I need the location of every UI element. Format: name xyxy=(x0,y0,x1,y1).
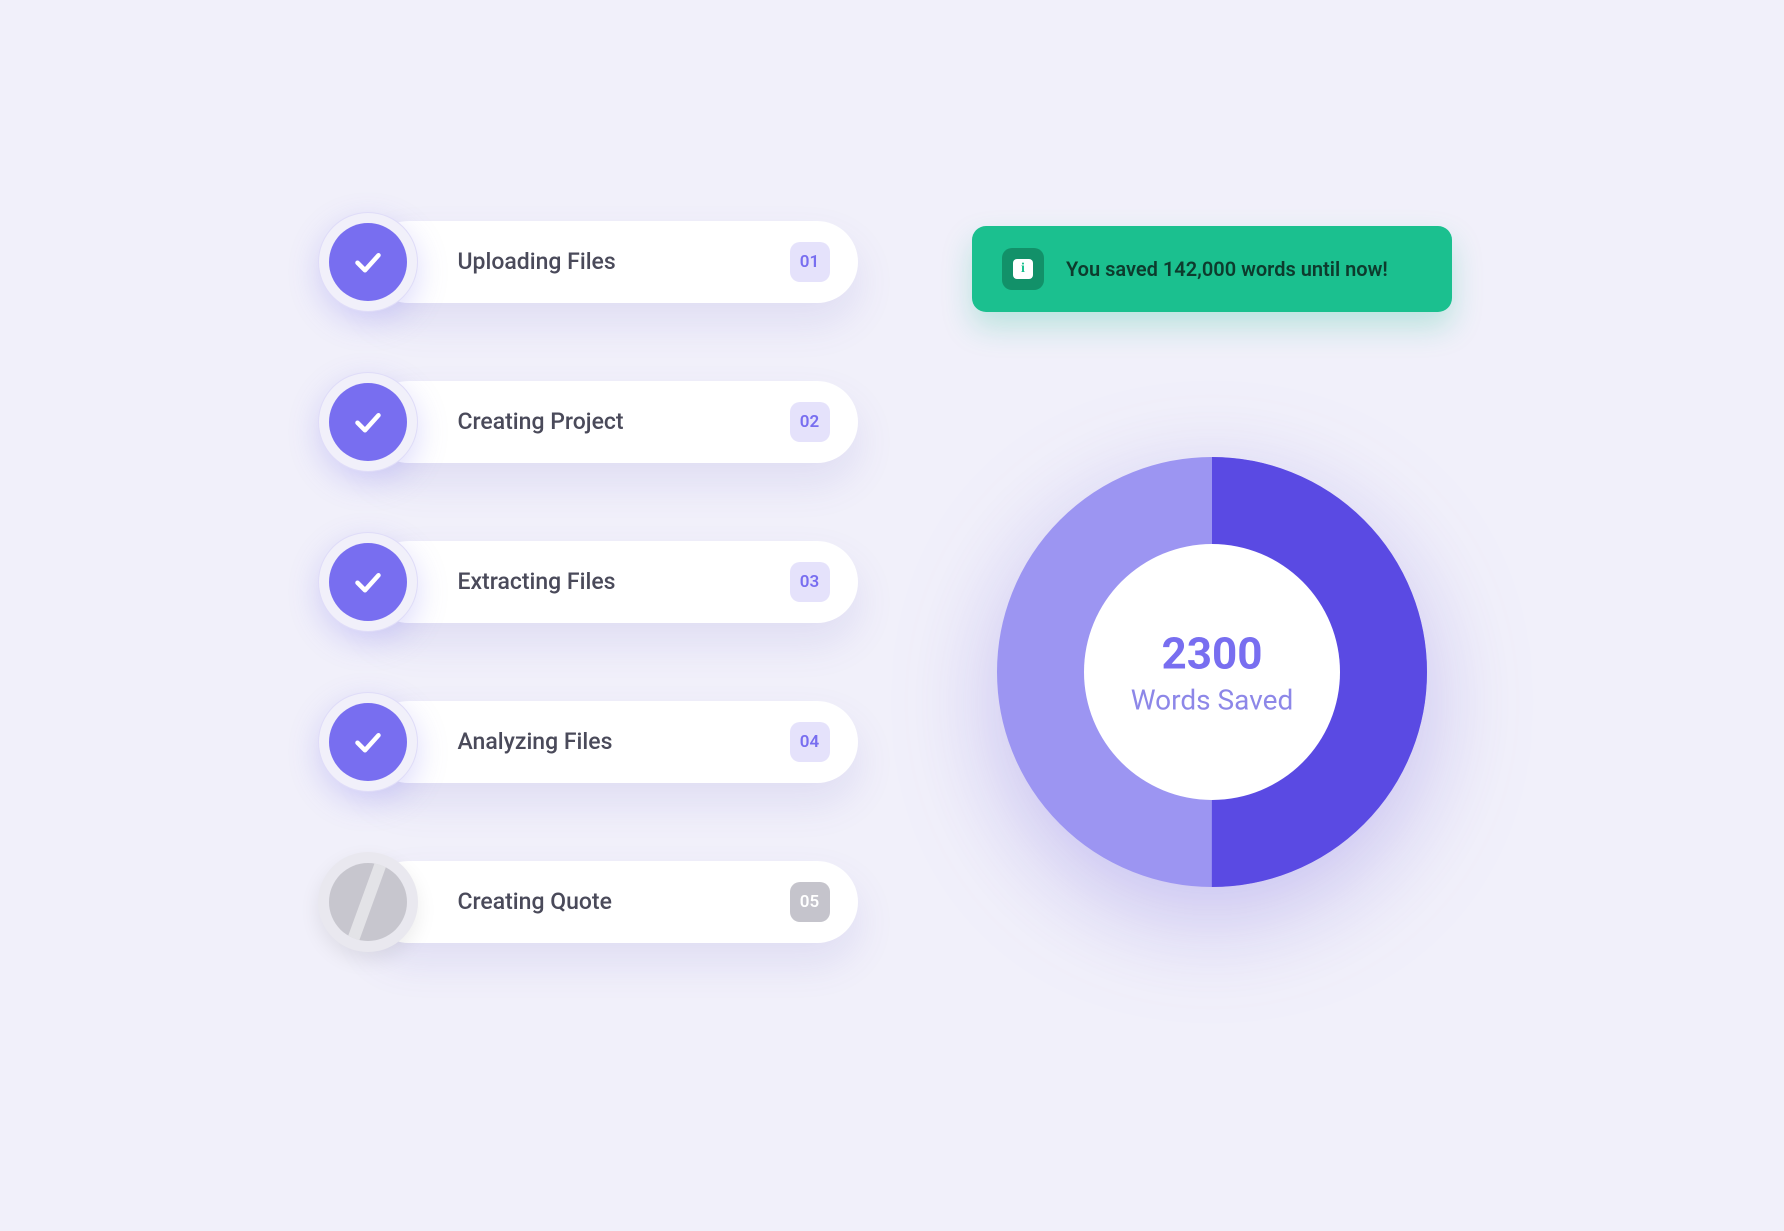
dashboard-panel: Uploading Files 01 Creating Project 02 xyxy=(248,162,1537,1070)
step-number-badge: 02 xyxy=(790,402,830,442)
step-number-badge: 03 xyxy=(790,562,830,602)
summary-column: i You saved 142,000 words until now! 230… xyxy=(958,212,1467,1020)
step-status-circle xyxy=(318,372,418,472)
step-status-circle xyxy=(318,852,418,952)
check-icon xyxy=(329,223,407,301)
step-pill: Creating Project 02 xyxy=(368,381,858,463)
spinner-icon xyxy=(329,863,407,941)
check-icon xyxy=(329,703,407,781)
step-status-circle xyxy=(318,532,418,632)
donut-label: Words Saved xyxy=(1131,683,1293,716)
step-item: Creating Quote 05 xyxy=(318,852,858,952)
step-item: Uploading Files 01 xyxy=(318,212,858,312)
step-pill: Creating Quote 05 xyxy=(368,861,858,943)
step-pill: Extracting Files 03 xyxy=(368,541,858,623)
alert-text: You saved 142,000 words until now! xyxy=(1066,257,1388,281)
step-label: Creating Project xyxy=(458,408,624,435)
check-icon xyxy=(329,383,407,461)
check-icon xyxy=(329,543,407,621)
step-item: Creating Project 02 xyxy=(318,372,858,472)
step-status-circle xyxy=(318,212,418,312)
step-pill: Analyzing Files 04 xyxy=(368,701,858,783)
donut-center: 2300 Words Saved xyxy=(1131,627,1293,716)
step-item: Extracting Files 03 xyxy=(318,532,858,632)
savings-alert: i You saved 142,000 words until now! xyxy=(972,226,1452,312)
step-label: Extracting Files xyxy=(458,568,616,595)
step-number-badge: 04 xyxy=(790,722,830,762)
donut-value: 2300 xyxy=(1131,627,1293,679)
step-number-badge: 05 xyxy=(790,882,830,922)
step-number-badge: 01 xyxy=(790,242,830,282)
steps-list: Uploading Files 01 Creating Project 02 xyxy=(318,212,858,1020)
words-saved-donut: 2300 Words Saved xyxy=(992,452,1432,892)
step-item: Analyzing Files 04 xyxy=(318,692,858,792)
step-status-circle xyxy=(318,692,418,792)
step-pill: Uploading Files 01 xyxy=(368,221,858,303)
step-label: Uploading Files xyxy=(458,248,616,275)
step-label: Creating Quote xyxy=(458,888,612,915)
info-icon: i xyxy=(1002,248,1044,290)
step-label: Analyzing Files xyxy=(458,728,613,755)
